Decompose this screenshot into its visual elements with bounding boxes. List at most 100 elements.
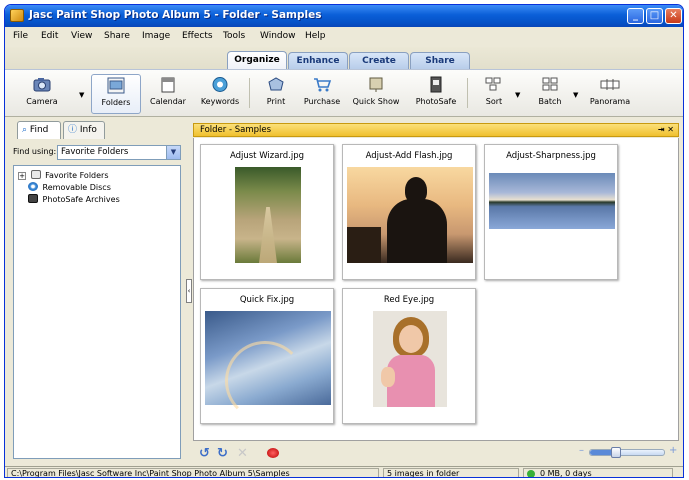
tab-find-label: Find <box>29 125 49 135</box>
tab-find[interactable]: ⌕ Find <box>17 121 61 139</box>
menu-edit[interactable]: Edit <box>41 31 58 41</box>
photo-lake-sunset <box>489 173 615 229</box>
folder-panel: Folder - Samples ⇥ ✕ Adjust Wizard.jpg A… <box>193 119 683 464</box>
zoom-in-icon[interactable]: + <box>669 445 677 456</box>
delete-icon[interactable]: ✕ <box>237 446 248 461</box>
panorama-label: Panorama <box>589 97 631 106</box>
quick-show-button[interactable]: Quick Show <box>351 74 401 114</box>
tab-create[interactable]: Create <box>349 52 409 69</box>
red-eye-icon[interactable] <box>267 448 279 458</box>
quickshow-icon <box>369 77 383 92</box>
keywords-icon <box>212 77 228 92</box>
main-tab-strip: Organize Enhance Create Share <box>5 47 683 69</box>
tree-item-photosafe-archives[interactable]: PhotoSafe Archives <box>28 194 120 206</box>
calendar-label: Calendar <box>150 97 186 106</box>
menu-tools[interactable]: Tools <box>223 31 245 41</box>
bottom-toolbar: ↺ ↻ ✕ – + <box>193 443 679 463</box>
menu-help[interactable]: Help <box>305 31 326 41</box>
maximize-button[interactable]: □ <box>646 8 663 24</box>
tree-item-removable-discs[interactable]: Removable Discs <box>28 182 111 194</box>
expand-icon[interactable]: + <box>18 172 26 180</box>
thumbnail-card[interactable]: Quick Fix.jpg <box>200 288 334 424</box>
favorite-folder-icon <box>30 170 41 179</box>
find-using-select[interactable]: Favorite Folders ▼ <box>57 145 181 160</box>
rotate-right-icon[interactable]: ↻ <box>217 446 228 461</box>
keywords-button[interactable]: Keywords <box>195 74 245 114</box>
thumbnail-card[interactable]: Adjust-Sharpness.jpg <box>484 144 618 280</box>
left-panel: ⌕ Find ⓘ Info Find using: Favorite Folde… <box>9 119 185 464</box>
batch-button[interactable]: Batch <box>525 74 575 114</box>
thumbnail-caption: Quick Fix.jpg <box>239 295 295 305</box>
batch-icon <box>542 77 558 91</box>
thumbnail-caption: Adjust-Sharpness.jpg <box>506 151 596 161</box>
tab-enhance[interactable]: Enhance <box>288 52 348 69</box>
tab-info-label: Info <box>79 125 97 135</box>
folders-label: Folders <box>101 98 131 107</box>
panorama-icon <box>600 79 620 90</box>
minimize-button[interactable]: _ <box>627 8 644 24</box>
title-bar[interactable]: Jasc Paint Shop Photo Album 5 - Folder -… <box>5 5 683 27</box>
quick-show-label: Quick Show <box>352 97 400 106</box>
find-using-row: Find using: Favorite Folders ▼ <box>13 145 183 161</box>
collapse-grip-icon[interactable]: ‹ <box>186 279 192 303</box>
folder-panel-title: Folder - Samples <box>200 125 272 135</box>
thumbnail-grid: Adjust Wizard.jpg Adjust-Add Flash.jpg A… <box>193 138 679 441</box>
tab-info[interactable]: ⓘ Info <box>63 121 105 139</box>
rotate-left-icon[interactable]: ↺ <box>199 446 210 461</box>
tree-item-label: Removable Discs <box>42 183 111 192</box>
close-button[interactable]: ✕ <box>665 8 682 24</box>
photo-girl-portrait <box>373 311 447 407</box>
find-using-label: Find using: <box>13 147 57 156</box>
find-using-value: Favorite Folders <box>61 147 129 157</box>
print-icon <box>268 77 284 91</box>
thumbnail-card[interactable]: Red Eye.jpg <box>342 288 476 424</box>
menu-file[interactable]: File <box>13 31 28 41</box>
menu-image[interactable]: Image <box>142 31 170 41</box>
panorama-button[interactable]: Panorama <box>585 74 635 114</box>
chevron-down-icon[interactable]: ▼ <box>166 146 180 159</box>
menu-effects[interactable]: Effects <box>182 31 213 41</box>
status-bar: C:\Program Files\Jasc Software Inc\Paint… <box>5 466 683 478</box>
zoom-out-icon[interactable]: – <box>579 445 584 456</box>
menu-view[interactable]: View <box>71 31 92 41</box>
photo-buddha-statue <box>347 167 473 263</box>
toolbar-separator <box>467 78 468 108</box>
tab-share[interactable]: Share <box>410 52 470 69</box>
keywords-label: Keywords <box>200 97 240 106</box>
camera-button[interactable]: Camera <box>17 74 67 114</box>
print-button[interactable]: Print <box>251 74 301 114</box>
panel-splitter[interactable]: ‹ <box>185 119 193 464</box>
calendar-button[interactable]: Calendar <box>143 74 193 114</box>
photosafe-label: PhotoSafe <box>415 97 457 106</box>
folders-button[interactable]: Folders <box>91 74 141 114</box>
pin-icon[interactable]: ⇥ <box>658 125 665 134</box>
status-photosafe-text: 0 MB, 0 days <box>540 469 592 478</box>
photosafe-button[interactable]: PhotoSafe <box>411 74 461 114</box>
camera-label: Camera <box>26 97 58 106</box>
folder-tree: + Favorite Folders Removable Discs Photo… <box>13 165 181 459</box>
info-icon: ⓘ <box>68 125 78 135</box>
thumbnail-card[interactable]: Adjust Wizard.jpg <box>200 144 334 280</box>
thumbnail-card[interactable]: Adjust-Add Flash.jpg <box>342 144 476 280</box>
menu-share[interactable]: Share <box>104 31 130 41</box>
batch-label: Batch <box>538 97 562 106</box>
thumbnail-caption: Red Eye.jpg <box>383 295 435 305</box>
disc-icon <box>28 182 38 191</box>
purchase-label: Purchase <box>303 97 341 106</box>
camera-dropdown-icon[interactable]: ▼ <box>79 91 84 99</box>
panel-close-icon[interactable]: ✕ <box>667 125 674 134</box>
sort-label: Sort <box>485 97 503 106</box>
zoom-slider-knob[interactable] <box>610 447 621 458</box>
purchase-button[interactable]: Purchase <box>297 74 347 114</box>
batch-dropdown-icon[interactable]: ▼ <box>573 91 578 99</box>
tree-item-favorite-folders[interactable]: + Favorite Folders <box>18 170 109 182</box>
menu-window[interactable]: Window <box>260 31 296 41</box>
zoom-slider[interactable] <box>589 447 665 458</box>
sort-button[interactable]: Sort <box>469 74 519 114</box>
photosafe-icon <box>430 76 442 93</box>
tab-organize[interactable]: Organize <box>227 51 287 69</box>
sort-dropdown-icon[interactable]: ▼ <box>515 91 520 99</box>
toolbar: Camera ▼ Folders Calendar Keywords Print… <box>5 69 683 117</box>
sort-icon <box>485 77 501 91</box>
thumbnail-caption: Adjust-Add Flash.jpg <box>365 151 453 161</box>
